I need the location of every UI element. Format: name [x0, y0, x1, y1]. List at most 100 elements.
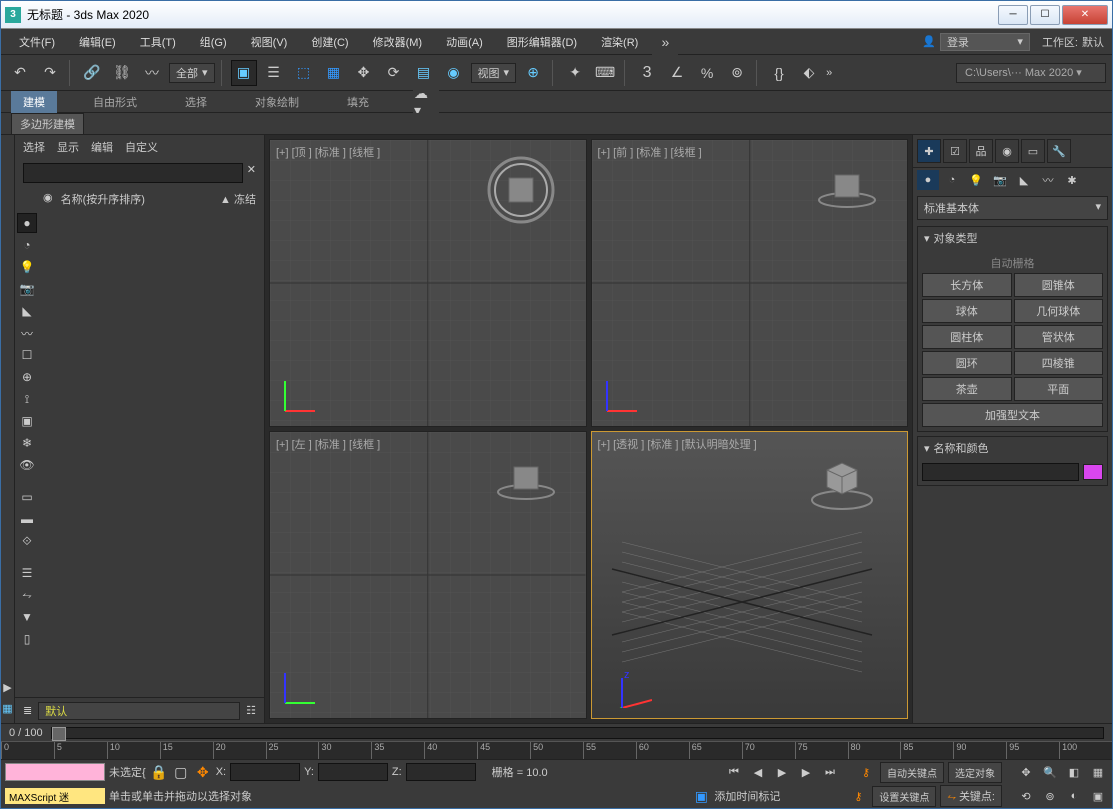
menu-render[interactable]: 渲染(R)	[591, 31, 648, 53]
undo-button[interactable]: ↶	[7, 60, 33, 86]
se-filter-bone-icon[interactable]: ⟟	[17, 389, 37, 409]
vp-front-label[interactable]: [+] [前 ] [标准 ] [线框 ]	[598, 144, 702, 160]
auto-key-button[interactable]: 自动关键点	[880, 762, 944, 783]
z-field[interactable]	[406, 763, 476, 781]
menu-file[interactable]: 文件(F)	[9, 31, 65, 53]
goto-start-button[interactable]: ⏮	[724, 763, 744, 781]
prim-box[interactable]: 长方体	[922, 273, 1012, 297]
viewcube-front[interactable]	[817, 160, 877, 210]
set-key-button[interactable]: 设置关键点	[872, 786, 936, 807]
se-tab-edit[interactable]: 编辑	[91, 139, 113, 155]
menu-view[interactable]: 视图(V)	[241, 31, 298, 53]
se-filter-none-icon[interactable]: ▼	[17, 607, 37, 627]
se-filter-helpers-icon[interactable]: ◣	[17, 301, 37, 321]
prim-textplus[interactable]: 加强型文本	[922, 403, 1103, 427]
se-filter-hidden-icon[interactable]: 👁	[17, 455, 37, 475]
selection-filter[interactable]: 全部 ▾	[169, 63, 215, 83]
bind-button[interactable]: 〰	[139, 60, 165, 86]
percent-snap-button[interactable]: %	[694, 60, 720, 86]
key-filter-button[interactable]: ⥊ 关键点:	[940, 785, 1002, 807]
prim-pyramid[interactable]: 四棱锥	[1014, 351, 1104, 375]
redo-button[interactable]: ↷	[37, 60, 63, 86]
time-slider-thumb[interactable]	[52, 727, 66, 741]
goto-end-button[interactable]: ⏭	[820, 763, 840, 781]
transform-gizmo-icon[interactable]: ✥	[194, 763, 212, 781]
category-dropdown[interactable]: 标准基本体▾	[917, 196, 1108, 220]
se-tab-custom[interactable]: 自定义	[125, 139, 158, 155]
cmd-sub-geometry-icon[interactable]: ●	[917, 170, 939, 190]
named-sets-button[interactable]: {}	[766, 60, 792, 86]
project-path[interactable]: C:\Users\··· Max 2020 ▾	[956, 63, 1106, 83]
add-time-tag[interactable]: 添加时间标记	[714, 788, 780, 804]
maxscript-listener[interactable]: MAXScript 迷	[5, 788, 105, 804]
spinner-snap-button[interactable]: ⊚	[724, 60, 750, 86]
viewport-layout-icon[interactable]: ▦	[2, 702, 12, 715]
se-search-input[interactable]	[23, 163, 243, 183]
lock-selection-icon[interactable]: 🔒	[150, 763, 168, 781]
se-visibility-icon[interactable]: ◉	[43, 191, 53, 207]
se-options-icon[interactable]: ▯	[17, 629, 37, 649]
time-slider[interactable]	[51, 727, 1104, 739]
nav-fov-icon[interactable]: ◧	[1064, 763, 1084, 781]
selected-filter[interactable]: 选定对象	[948, 762, 1002, 783]
ribbon-tab-objectpaint[interactable]: 对象绘制	[243, 91, 311, 113]
viewport-top[interactable]: [+] [顶 ] [标准 ] [线框 ]	[269, 139, 587, 427]
se-tab-display[interactable]: 显示	[57, 139, 79, 155]
ribbon-sub-polymodel[interactable]: 多边形建模	[11, 113, 84, 135]
manipulate-button[interactable]: ✦	[562, 60, 588, 86]
cmd-tab-hierarchy[interactable]: 品	[969, 139, 993, 163]
se-filter-containers-icon[interactable]: ▣	[17, 411, 37, 431]
key-mode-icon[interactable]: ⚷	[856, 763, 876, 781]
y-field[interactable]	[318, 763, 388, 781]
prim-cylinder[interactable]: 圆柱体	[922, 325, 1012, 349]
toolbar-more-icon[interactable]: »	[826, 67, 832, 79]
link-button[interactable]: 🔗	[79, 60, 105, 86]
keyboard-shortcut-button[interactable]: ⌨	[592, 60, 618, 86]
ribbon-toggle-icon[interactable]: ☁ ▾	[413, 89, 439, 115]
cmd-tab-modify[interactable]: ☑	[943, 139, 967, 163]
menu-tools[interactable]: 工具(T)	[130, 31, 186, 53]
nav-orbit-icon[interactable]: ⟲	[1016, 787, 1036, 805]
set-key-icon[interactable]: ⚷	[848, 787, 868, 805]
se-tab-select[interactable]: 选择	[23, 139, 45, 155]
select-button[interactable]: ▣	[231, 60, 257, 86]
nav-dolly-icon[interactable]: ⊚	[1040, 787, 1060, 805]
rollout-namecolor-header[interactable]: ▾ 名称和颜色	[918, 437, 1107, 459]
prim-sphere[interactable]: 球体	[922, 299, 1012, 323]
play-button[interactable]: ▶	[772, 763, 792, 781]
se-filter-spacewarps-icon[interactable]: 〰	[17, 323, 37, 343]
mirror-button[interactable]: ⬖	[796, 60, 822, 86]
rotate-button[interactable]: ⟳	[381, 60, 407, 86]
isolate-icon[interactable]: ▢	[172, 763, 190, 781]
ribbon-tab-populate[interactable]: 填充	[335, 91, 381, 113]
ref-coord-system[interactable]: 视图 ▾	[471, 63, 517, 83]
cmd-tab-motion[interactable]: ◉	[995, 139, 1019, 163]
nav-zoomall-icon[interactable]: ▦	[1088, 763, 1108, 781]
rollout-objtype-header[interactable]: ▾ 对象类型	[918, 227, 1107, 249]
snap-toggle-button[interactable]: 3	[634, 60, 660, 86]
prim-tube[interactable]: 管状体	[1014, 325, 1104, 349]
se-filter-groups-icon[interactable]: ☐	[17, 345, 37, 365]
x-field[interactable]	[230, 763, 300, 781]
next-frame-button[interactable]: ▶	[796, 763, 816, 781]
center-pivot-button[interactable]: ⊕	[520, 60, 546, 86]
time-ruler[interactable]: 0510152025303540455055606570758085909510…	[1, 741, 1112, 759]
prim-cone[interactable]: 圆锥体	[1014, 273, 1104, 297]
vp-top-label[interactable]: [+] [顶 ] [标准 ] [线框 ]	[276, 144, 380, 160]
menu-animation[interactable]: 动画(A)	[436, 31, 493, 53]
se-filter-geometry-icon[interactable]: ●	[17, 213, 37, 233]
prim-plane[interactable]: 平面	[1014, 377, 1104, 401]
cmd-tab-create[interactable]: ✚	[917, 139, 941, 163]
cmd-tab-display[interactable]: ▭	[1021, 139, 1045, 163]
cmd-sub-spacewarps-icon[interactable]: 〰	[1037, 170, 1059, 190]
layer-stack-icon[interactable]: ☷	[246, 704, 256, 717]
menu-create[interactable]: 创建(C)	[301, 31, 358, 53]
object-name-input[interactable]	[922, 463, 1079, 481]
cmd-sub-helpers-icon[interactable]: ◣	[1013, 170, 1035, 190]
time-tag-icon[interactable]: ▣	[692, 787, 710, 805]
se-filter-cameras-icon[interactable]: 📷	[17, 279, 37, 299]
menu-graph[interactable]: 图形编辑器(D)	[497, 31, 587, 53]
layer-selector[interactable]: 默认	[38, 702, 240, 720]
cmd-tab-utilities[interactable]: 🔧	[1047, 139, 1071, 163]
vp-persp-label[interactable]: [+] [透视 ] [标准 ] [默认明暗处理 ]	[598, 436, 757, 452]
